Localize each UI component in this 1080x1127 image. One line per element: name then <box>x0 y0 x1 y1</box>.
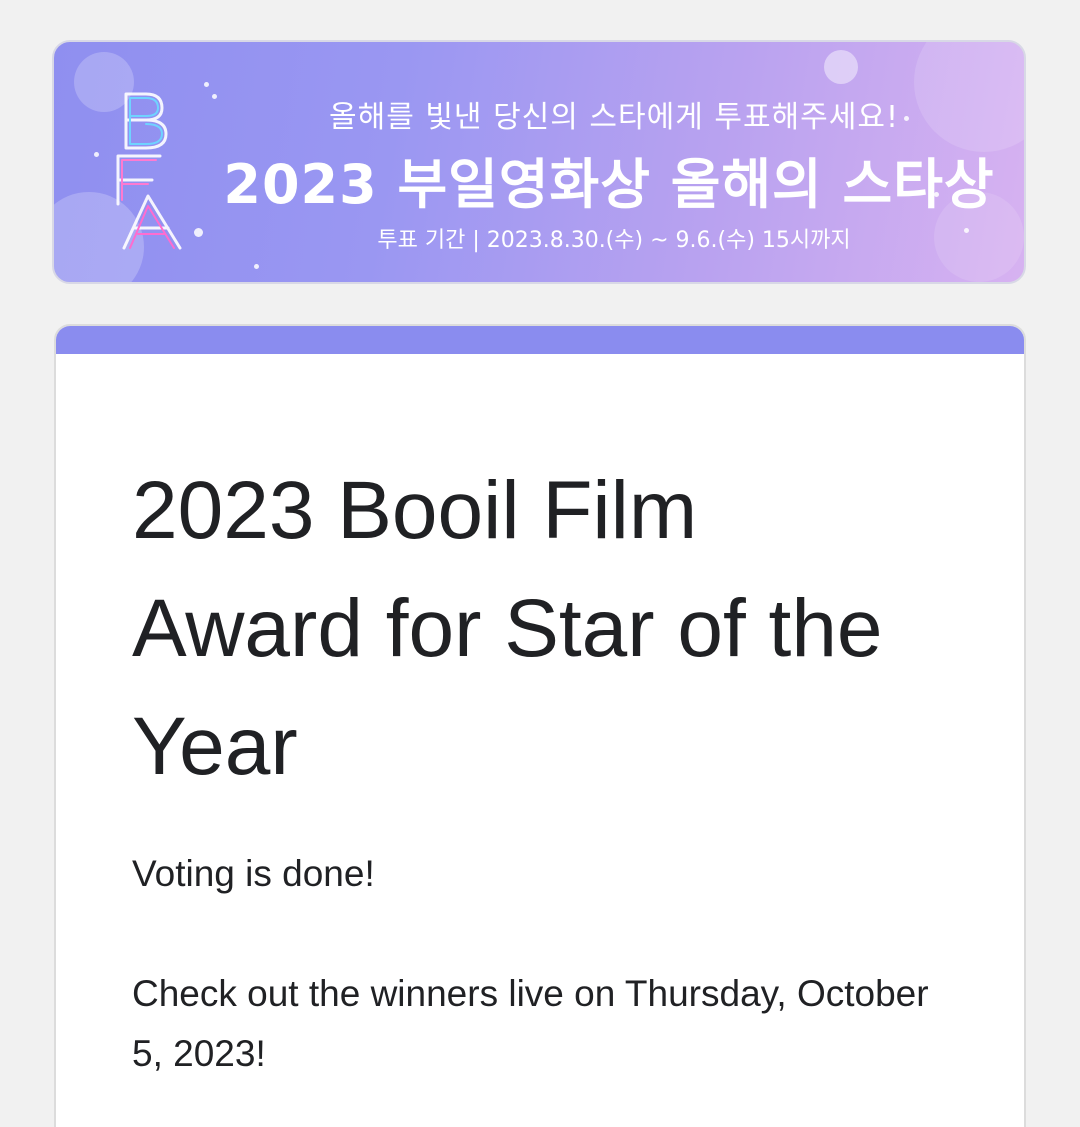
banner-subtitle: 올해를 빛낸 당신의 스타에게 투표해주세요! <box>329 100 899 135</box>
header-banner: 올해를 빛낸 당신의 스타에게 투표해주세요! 2023 부일영화상 올해의 스… <box>52 40 1026 284</box>
description-line: Voting is done! <box>132 853 375 894</box>
form-description: Voting is done! Check out the winners li… <box>132 844 952 1084</box>
voting-period: 투표 기간 | 2023.8.30.(수) ~ 9.6.(수) 15시까지 <box>377 228 851 253</box>
sparkle <box>204 82 209 87</box>
bokeh-light <box>824 50 858 84</box>
form-header-card: 2023 Booil Film Award for Star of the Ye… <box>54 324 1026 1127</box>
sparkle <box>254 264 259 269</box>
form-title: 2023 Booil Film Award for Star of the Ye… <box>132 465 883 792</box>
card-accent-bar <box>56 326 1024 354</box>
banner-title: 2023 부일영화상 올해의 스타상 <box>223 153 995 216</box>
description-line: Check out the winners live on Thursday, … <box>132 973 929 1074</box>
sparkle <box>194 228 203 237</box>
bfa-logo <box>116 92 182 250</box>
sparkle <box>94 152 99 157</box>
page: 올해를 빛낸 당신의 스타에게 투표해주세요! 2023 부일영화상 올해의 스… <box>0 0 1080 1127</box>
